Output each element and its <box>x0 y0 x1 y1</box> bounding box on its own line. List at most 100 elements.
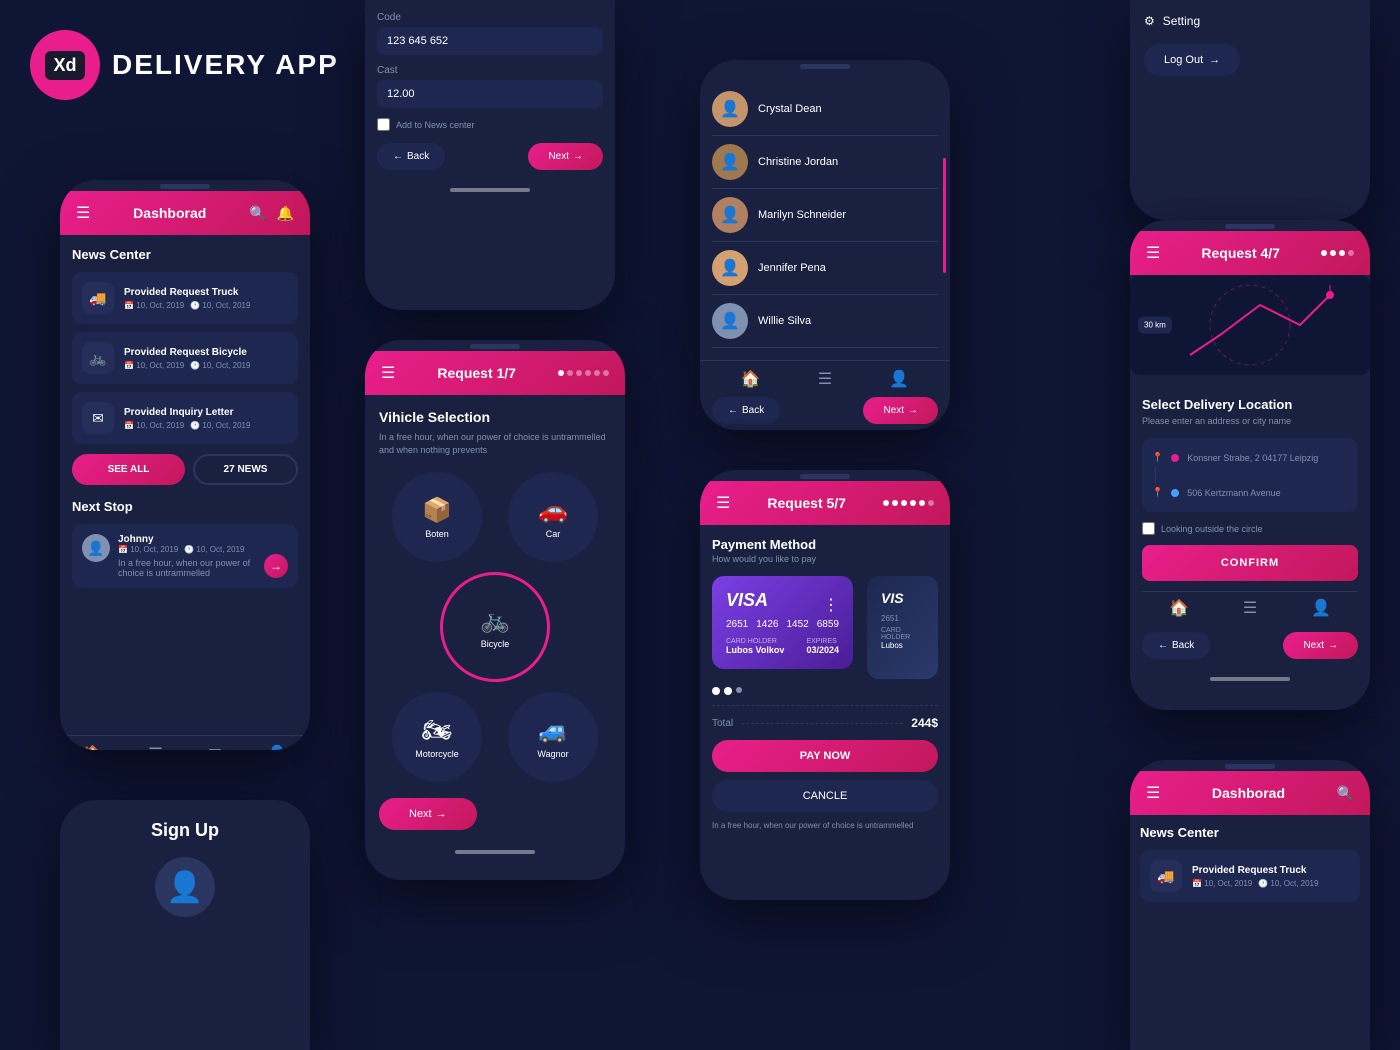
contact-name-jennifer: Jennifer Pena <box>758 262 826 274</box>
next-stop-meta: 📅 10, Oct, 2019 🕐 10, Oct, 2019 <box>118 545 256 554</box>
total-amount: 244$ <box>911 716 938 730</box>
news-item-mini: 🚚 Provided Request Truck 📅 10, Oct, 2019… <box>1140 850 1360 902</box>
stop-date2: 🕐 10, Oct, 2019 <box>184 545 244 554</box>
hamburger-icon-9[interactable]: ☰ <box>1146 783 1160 803</box>
card-num-1: 2651 <box>726 619 748 630</box>
d-dot4 <box>1348 250 1354 256</box>
phone7-home-bar <box>1210 677 1290 681</box>
search-icon[interactable]: 🔍 <box>249 205 266 222</box>
phone7-notch <box>1225 224 1275 229</box>
news-date1-2: 📅 10, Oct, 2019 <box>124 361 184 370</box>
contact-back-button[interactable]: ← Back <box>712 397 780 424</box>
list-nav-icon[interactable]: ☰ <box>148 744 162 750</box>
phone1-header: ☰ Dashborad 🔍 🔔 <box>60 191 310 235</box>
visa-card-second[interactable]: VIS 2651 CARD HOLDER Lubos <box>867 576 938 679</box>
outside-circle-checkbox[interactable] <box>1142 522 1155 535</box>
boten-label: Boten <box>425 529 449 539</box>
vehicle-bicycle[interactable]: 🚲 Bicycle <box>440 572 550 682</box>
setting-label: Setting <box>1163 14 1200 28</box>
avatar-christine: 👤 <box>712 144 748 180</box>
vehicle-wagnor[interactable]: 🚙 Wagnor <box>508 692 598 782</box>
home-icon-3[interactable]: 🏠 <box>741 369 761 389</box>
expires-info: EXPIRES 03/2024 <box>806 638 839 655</box>
avatar-willie: 👤 <box>712 303 748 339</box>
card-num-3: 1452 <box>787 619 809 630</box>
phone7-content: Select Delivery Location Please enter an… <box>1130 385 1370 671</box>
see-all-button[interactable]: SEE ALL <box>72 454 185 485</box>
phone5-notch <box>470 344 520 349</box>
cost-input[interactable] <box>377 80 603 108</box>
profile-nav-icon[interactable]: 👤 <box>267 744 287 750</box>
logo-area: Xd DELIVERY APP <box>30 30 339 100</box>
confirm-button[interactable]: CONFIRM <box>1142 545 1358 581</box>
news-info-1: Provided Request Truck 📅 10, Oct, 2019 🕐… <box>124 287 250 310</box>
payment-footnote: In a free hour, when our power of choice… <box>712 820 938 831</box>
visa-logo: VISA <box>726 590 768 611</box>
contact-christine-jordan[interactable]: 👤 Christine Jordan <box>712 136 938 189</box>
vehicle-next-button[interactable]: Next → <box>379 798 477 830</box>
phone1-bottom-nav: 🏠 ☰ ✉ 👤 <box>60 735 310 750</box>
news-title-3: Provided Inquiry Letter <box>124 407 250 418</box>
phone6-title: Request 5/7 <box>730 495 883 511</box>
outside-circle-checkbox-row: Looking outside the circle <box>1142 522 1358 535</box>
list-icon-3[interactable]: ☰ <box>818 369 832 389</box>
phone-payment: ☰ Request 5/7 Payment Method How would y… <box>700 470 950 900</box>
contact-name-crystal: Crystal Dean <box>758 103 822 115</box>
add-news-checkbox[interactable] <box>377 118 390 131</box>
hamburger-icon[interactable]: ☰ <box>76 203 90 223</box>
d-dot3 <box>1339 250 1345 256</box>
truck-icon-mini: 🚚 <box>1150 860 1182 892</box>
hamburger-icon-6[interactable]: ☰ <box>716 493 730 513</box>
vehicle-row-3: 🏍 Motorcycle 🚙 Wagnor <box>379 692 611 782</box>
code-label: Code <box>377 12 603 23</box>
mail-nav-icon[interactable]: ✉ <box>208 744 221 750</box>
phone9-content: News Center 🚚 Provided Request Truck 📅 1… <box>1130 815 1370 920</box>
cancel-button[interactable]: CANCLE <box>712 780 938 812</box>
code-input[interactable] <box>377 27 603 55</box>
phone5-content: Vihicle Selection In a free hour, when o… <box>365 395 625 844</box>
vehicle-boten[interactable]: 📦 Boten <box>392 472 482 562</box>
expires-label: EXPIRES <box>806 638 839 645</box>
pay-dot3 <box>901 500 907 506</box>
person-nav-7[interactable]: 👤 <box>1311 598 1331 618</box>
phone9-header-icons: 🔍 <box>1337 785 1354 802</box>
back-button[interactable]: ← Back <box>377 143 445 170</box>
visa-card[interactable]: VISA ⋮ 2651 1426 1452 6859 CARD HOLDER L… <box>712 576 853 669</box>
delivery-back-button[interactable]: ← Back <box>1142 632 1210 659</box>
contact-willie-silva[interactable]: 👤 Willie Silva <box>712 295 938 348</box>
news-item-3: ✉ Provided Inquiry Letter 📅 10, Oct, 201… <box>72 392 298 444</box>
blue-dot <box>1171 489 1179 497</box>
contact-marilyn-schneider[interactable]: 👤 Marilyn Schneider <box>712 189 938 242</box>
expires-value: 03/2024 <box>806 645 839 655</box>
list-nav-7[interactable]: ☰ <box>1243 598 1257 618</box>
phone3-content: 👤 Crystal Dean 👤 Christine Jordan 👤 Mari… <box>700 71 950 360</box>
search-icon-9[interactable]: 🔍 <box>1337 785 1354 802</box>
next-stop-arrow-button[interactable]: → <box>264 554 288 578</box>
dot6 <box>603 370 609 376</box>
notification-icon[interactable]: 🔔 <box>277 205 294 222</box>
vehicle-motorcycle[interactable]: 🏍 Motorcycle <box>392 692 482 782</box>
card-dot1 <box>712 687 720 695</box>
news-meta-1: 📅 10, Oct, 2019 🕐 10, Oct, 2019 <box>124 301 250 310</box>
delivery-next-button[interactable]: Next → <box>1283 632 1358 659</box>
home-nav-7[interactable]: 🏠 <box>1169 598 1189 618</box>
contact-crystal-dean[interactable]: 👤 Crystal Dean <box>712 83 938 136</box>
card-menu-icon[interactable]: ⋮ <box>823 595 839 615</box>
card-num-partial: 2651 <box>881 614 924 623</box>
phone1-content: News Center 🚚 Provided Request Truck 📅 1… <box>60 235 310 735</box>
next-button[interactable]: Next → <box>528 143 603 170</box>
phone2-content: Code Cast Add to News center ← Back Next… <box>365 0 615 182</box>
news-count-button[interactable]: 27 NEWS <box>193 454 298 485</box>
phone-dashboard-main: ☰ Dashborad 🔍 🔔 News Center 🚚 Provided R… <box>60 180 310 750</box>
contact-next-button[interactable]: Next → <box>863 397 938 424</box>
hamburger-icon-5[interactable]: ☰ <box>381 363 395 383</box>
news-date2-2: 🕐 10, Oct, 2019 <box>190 361 250 370</box>
hamburger-icon-7[interactable]: ☰ <box>1146 243 1160 263</box>
vehicle-car[interactable]: 🚗 Car <box>508 472 598 562</box>
pay-now-button[interactable]: PAY NOW <box>712 740 938 772</box>
home-nav-icon[interactable]: 🏠 <box>83 744 103 750</box>
logout-button[interactable]: Log Out → <box>1144 44 1240 76</box>
contact-jennifer-pena[interactable]: 👤 Jennifer Pena <box>712 242 938 295</box>
person-icon-3[interactable]: 👤 <box>889 369 909 389</box>
news-title-2: Provided Request Bicycle <box>124 347 250 358</box>
